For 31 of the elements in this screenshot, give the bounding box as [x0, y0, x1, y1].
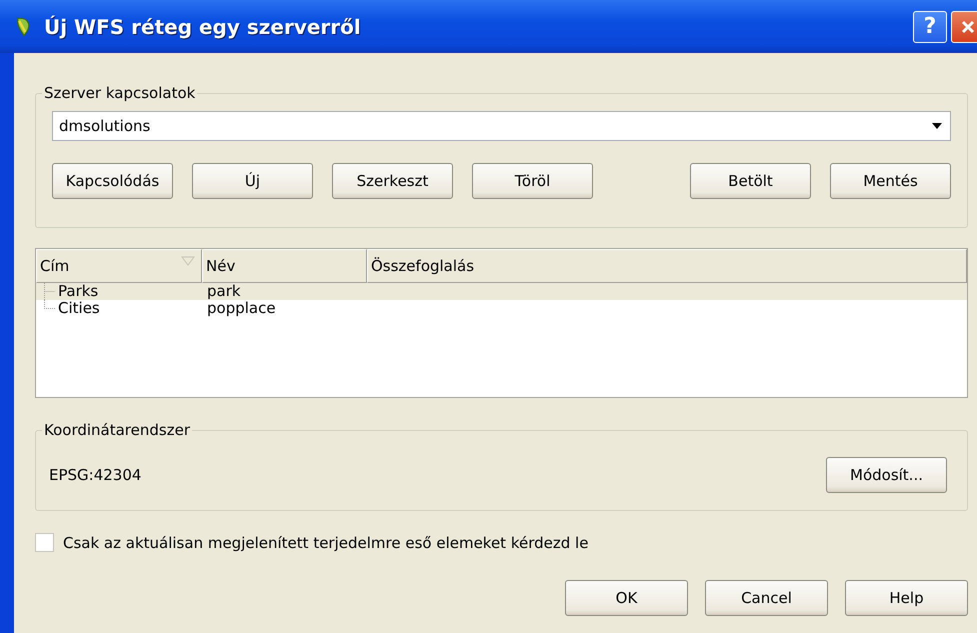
- dialog-button[interactable]: Cancel: [705, 580, 828, 616]
- connection-button[interactable]: Új: [192, 163, 313, 199]
- dialog-button[interactable]: OK: [565, 580, 688, 616]
- column-header[interactable]: Név: [202, 249, 367, 283]
- group-label: Szerver kapcsolatok: [43, 84, 196, 103]
- caret-icon: [932, 123, 942, 129]
- table-cell: Cities: [58, 300, 100, 317]
- crs-value: EPSG:42304: [49, 466, 142, 484]
- table-row[interactable]: Cities popplace: [36, 300, 967, 317]
- window-title: Új WFS réteg egy szerverről: [44, 14, 361, 38]
- help-button[interactable]: ?: [913, 10, 947, 42]
- connection-button[interactable]: Kapcsolódás: [52, 163, 173, 199]
- connection-button[interactable]: Töröl: [472, 163, 593, 199]
- close-icon: [960, 18, 976, 34]
- table-cell: Parks: [58, 283, 98, 300]
- checkbox-label: Csak az aktuálisan megjelenített terjedelmre eső elemeket kérdezd le: [63, 534, 588, 552]
- close-button[interactable]: [951, 10, 977, 42]
- change-button[interactable]: Módosít...: [826, 457, 947, 493]
- column-header[interactable]: Cím: [36, 249, 202, 283]
- connection-button[interactable]: Szerkeszt: [332, 163, 453, 199]
- checkbox[interactable]: [35, 533, 54, 552]
- group-label: Koordinátarendszer: [43, 421, 191, 440]
- table-cell: park: [207, 283, 241, 300]
- connection-button[interactable]: Mentés: [830, 163, 951, 199]
- table-cell: popplace: [207, 300, 276, 317]
- table-row[interactable]: Parks park: [36, 283, 967, 300]
- dialog-button[interactable]: Help: [845, 580, 968, 616]
- server-dropdown[interactable]: dmsolutions: [52, 111, 951, 141]
- column-header[interactable]: Összefoglalás: [367, 249, 967, 283]
- connection-button[interactable]: Betölt: [690, 163, 811, 199]
- sort-icon: [181, 256, 195, 266]
